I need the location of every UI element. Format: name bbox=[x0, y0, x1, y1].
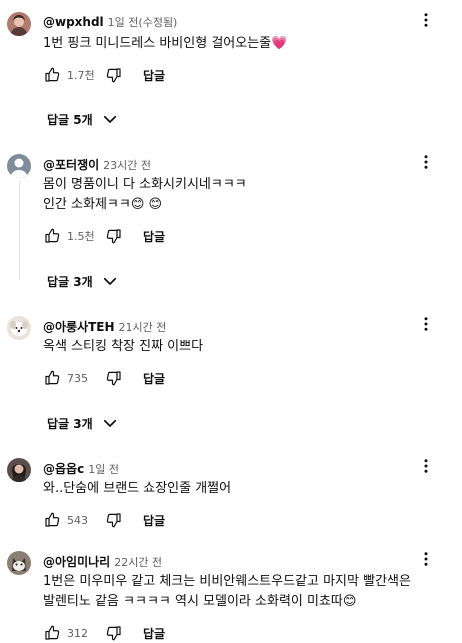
view-replies-button[interactable]: 답글 3개 bbox=[47, 413, 119, 433]
avatar[interactable] bbox=[7, 458, 31, 482]
view-replies-button[interactable]: 답글 3개 bbox=[47, 271, 119, 291]
thread-line bbox=[19, 180, 20, 280]
comment-header: @아룽사TEH 21시간 전 bbox=[43, 318, 166, 335]
thumb-down-icon[interactable] bbox=[105, 624, 123, 642]
thumb-up-icon[interactable] bbox=[43, 227, 61, 245]
thumb-down-icon[interactable] bbox=[105, 511, 123, 529]
comment-author[interactable]: @포터쟁이 bbox=[43, 158, 99, 172]
thumb-down-icon[interactable] bbox=[105, 369, 123, 387]
reply-button[interactable]: 답글 bbox=[143, 228, 165, 245]
like-count: 1.5천 bbox=[67, 230, 95, 243]
comment-time[interactable]: 22시간 전 bbox=[114, 556, 162, 569]
thumb-up-icon[interactable] bbox=[43, 511, 61, 529]
comment-time[interactable]: 1일 전(수정됨) bbox=[108, 16, 178, 29]
like-count: 735 bbox=[67, 371, 88, 385]
comment-actions: 1.7천 답글 bbox=[43, 65, 165, 85]
reply-button[interactable]: 답글 bbox=[143, 67, 165, 84]
like-count: 543 bbox=[67, 513, 88, 527]
reply-button[interactable]: 답글 bbox=[143, 512, 165, 529]
comment-author[interactable]: @아임미나리 bbox=[43, 555, 110, 569]
replies-count: 답글 3개 bbox=[47, 274, 93, 289]
avatar[interactable] bbox=[7, 316, 31, 340]
avatar[interactable] bbox=[7, 154, 31, 178]
comment-author[interactable]: @옵옵c bbox=[43, 462, 84, 476]
thumb-up-icon[interactable] bbox=[43, 624, 61, 642]
replies-count: 답글 3개 bbox=[47, 416, 93, 431]
avatar[interactable] bbox=[7, 12, 31, 36]
comment-text-line: 인간 소화제ㅋㅋ😊 😊 bbox=[43, 197, 163, 212]
reply-button[interactable]: 답글 bbox=[143, 625, 165, 642]
comment-actions: 312 답글 bbox=[43, 623, 165, 643]
avatar[interactable] bbox=[7, 551, 31, 575]
comment-author[interactable]: @아룽사TEH bbox=[43, 320, 115, 334]
replies-count: 답글 5개 bbox=[47, 112, 93, 127]
comment-header: @아임미나리 22시간 전 bbox=[43, 553, 162, 570]
comment-actions: 543 답글 bbox=[43, 510, 165, 530]
more-vert-icon[interactable] bbox=[416, 10, 436, 30]
like-count: 312 bbox=[67, 626, 88, 640]
comment-author[interactable]: @wpxhdl bbox=[43, 15, 104, 29]
more-vert-icon[interactable] bbox=[416, 456, 436, 476]
chevron-down-icon bbox=[101, 414, 119, 432]
thumb-down-icon[interactable] bbox=[105, 227, 123, 245]
comment-time[interactable]: 1일 전 bbox=[88, 463, 119, 476]
comment-header: @wpxhdl 1일 전(수정됨) bbox=[43, 14, 177, 30]
like-count: 1.7천 bbox=[67, 69, 95, 82]
more-vert-icon[interactable] bbox=[416, 314, 436, 334]
comment-header: @포터쟁이 23시간 전 bbox=[43, 156, 151, 173]
comment-time[interactable]: 21시간 전 bbox=[119, 321, 167, 334]
more-vert-icon[interactable] bbox=[416, 549, 436, 569]
view-replies-button[interactable]: 답글 5개 bbox=[47, 109, 119, 129]
reply-button[interactable]: 답글 bbox=[143, 370, 165, 387]
comment-text-line: 1번 핑크 미니드레스 바비인형 걸어오는줄💗 bbox=[43, 36, 288, 51]
chevron-down-icon bbox=[101, 272, 119, 290]
comment-text-line: 1번은 미우미우 같고 체크는 비비안웨스트우드같고 마지막 빨간색은 bbox=[43, 574, 411, 589]
comment-text-line: 와..단숨에 브랜드 쇼장인줄 개쩔어 bbox=[43, 481, 232, 496]
thumb-up-icon[interactable] bbox=[43, 66, 61, 84]
comment-actions: 1.5천 답글 bbox=[43, 226, 165, 246]
more-vert-icon[interactable] bbox=[416, 152, 436, 172]
comment-text-line: 옥색 스티킹 착장 진짜 이쁘다 bbox=[43, 339, 204, 354]
chevron-down-icon bbox=[101, 110, 119, 128]
thumb-up-icon[interactable] bbox=[43, 369, 61, 387]
comment-actions: 735 답글 bbox=[43, 368, 165, 388]
thumb-down-icon[interactable] bbox=[105, 66, 123, 84]
comment-text-line: 발렌티노 같음 ㅋㅋㅋㅋ 역시 모델이라 소화력이 미쵸따😊 bbox=[43, 594, 357, 609]
comment-time[interactable]: 23시간 전 bbox=[103, 159, 151, 172]
comment-text-line: 몸이 명품이니 다 소화시키시네ㅋㅋㅋ bbox=[43, 177, 247, 192]
comment-header: @옵옵c 1일 전 bbox=[43, 460, 119, 477]
